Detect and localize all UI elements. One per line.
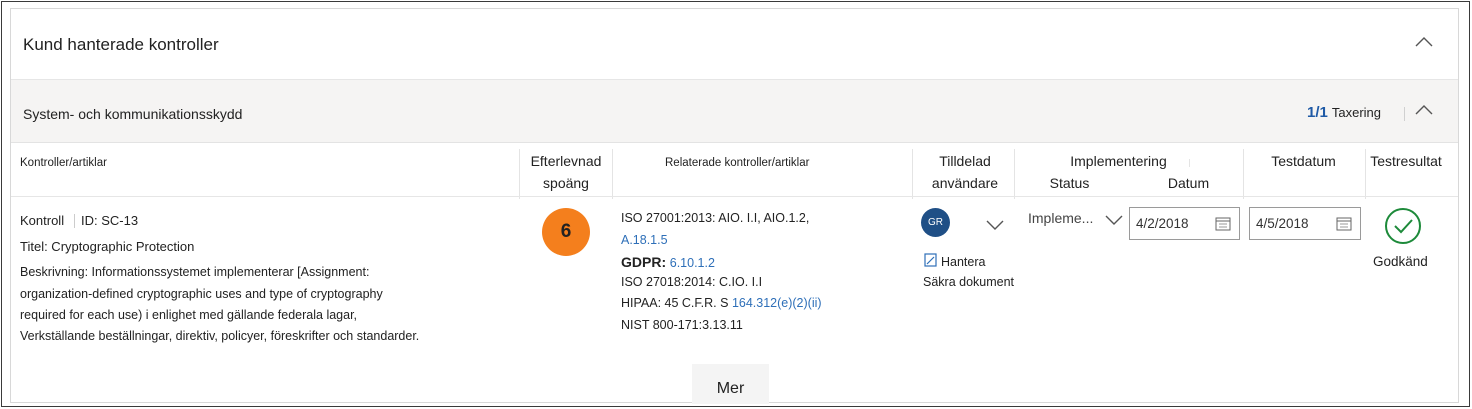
col-header-compliance: Efterlevnad spoäng <box>521 150 611 194</box>
col-header-date: Datum <box>1167 175 1210 191</box>
description-line: organization-defined cryptographic uses … <box>20 287 383 301</box>
divider <box>1243 149 1244 199</box>
col-header-testdate: Testdatum <box>1271 153 1336 169</box>
test-date-value: 4/5/2018 <box>1256 216 1309 231</box>
test-date-input[interactable]: 4/5/2018 <box>1249 207 1361 240</box>
related-iso27001: ISO 27001:2013: AIO. I.I, AIO.1.2, <box>621 211 810 225</box>
test-result-label: Godkänd <box>1373 254 1428 269</box>
check-circle-icon <box>1384 207 1422 245</box>
secure-documents-link[interactable]: Säkra dokument <box>923 275 1014 289</box>
section-title: System- och kommunikationsskydd <box>23 106 243 122</box>
divider <box>519 149 520 199</box>
document-icon <box>924 253 937 267</box>
control-title: Titel: Cryptographic Protection <box>20 239 195 254</box>
collapse-section-chevron-up-icon[interactable] <box>1413 103 1435 117</box>
description-line: required for each use) i enlighet med gä… <box>20 308 358 322</box>
description-line: Beskrivning: Informationssystemet implem… <box>20 265 370 279</box>
manage-link[interactable]: Hantera <box>941 255 985 269</box>
divider <box>1189 159 1190 167</box>
col-header-assigned-line2: användare <box>931 175 999 191</box>
description-line: Verkställande beställningar, direktiv, p… <box>20 329 420 343</box>
divider <box>1404 107 1405 121</box>
related-hipaa: HIPAA: 45 C.F.R. S 164.312(e)(2)(ii) <box>621 296 822 310</box>
col-header-implementation: Implementering <box>1070 153 1167 169</box>
panel-title: Kund hanterade kontroller <box>23 35 219 54</box>
assignee-avatar: GR <box>921 208 950 237</box>
related-iso27001-link[interactable]: A.18.1.5 <box>621 233 668 247</box>
implementation-date-value: 4/2/2018 <box>1136 216 1189 231</box>
status-dropdown-chevron-down-icon[interactable] <box>1104 213 1124 225</box>
header-divider <box>11 196 1458 197</box>
col-header-status: Status <box>1049 175 1090 191</box>
panel-header[interactable]: Kund hanterade kontroller <box>11 9 1458 79</box>
related-nist: NIST 800-171:3.13.11 <box>621 318 743 332</box>
col-header-compliance-line2: spoäng <box>543 175 589 191</box>
section-header[interactable]: System- och kommunikationsskydd 1/1 Taxer… <box>11 79 1458 143</box>
divider <box>1014 149 1015 199</box>
implementation-status-select[interactable]: Impleme... <box>1028 210 1093 226</box>
score-label: Taxering <box>1331 105 1381 120</box>
col-header-assigned: Tilldelad användare <box>916 150 1014 194</box>
calendar-icon[interactable] <box>1215 216 1231 231</box>
col-header-controls: Kontroller/artiklar <box>20 157 107 169</box>
related-gdpr: GDPR: 6.10.1.2 <box>621 254 715 270</box>
gdpr-label: GDPR: <box>621 254 667 270</box>
compliance-score-badge: 6 <box>542 208 590 256</box>
related-iso27018: ISO 27018:2014: C.IO. I.I <box>621 275 763 289</box>
more-button[interactable]: Mer <box>692 364 769 404</box>
control-type: Kontroll <box>20 213 65 228</box>
divider <box>612 149 613 199</box>
hipaa-prefix: HIPAA: 45 C.F.R. S <box>621 296 729 310</box>
col-header-assigned-line1: Tilldelad <box>939 153 991 169</box>
customer-controls-panel: Kund hanterade kontroller System- och ko… <box>10 8 1459 404</box>
assessment-score: 1/1 Taxering <box>1307 104 1381 121</box>
assignee-dropdown-chevron-down-icon[interactable] <box>985 218 1005 230</box>
divider <box>912 149 913 199</box>
collapse-panel-chevron-up-icon[interactable] <box>1413 35 1435 49</box>
divider <box>74 214 75 228</box>
gdpr-link[interactable]: 6.10.1.2 <box>670 256 715 270</box>
col-header-testresult: Testresultat <box>1370 153 1442 169</box>
control-id: ID: SC-13 <box>81 213 139 228</box>
implementation-date-input[interactable]: 4/2/2018 <box>1129 207 1240 240</box>
col-header-related: Relaterade kontroller/artiklar <box>665 157 810 169</box>
hipaa-link[interactable]: 164.312(e)(2)(ii) <box>732 296 822 310</box>
calendar-icon[interactable] <box>1336 216 1352 231</box>
col-header-compliance-line1: Efterlevnad <box>530 153 602 169</box>
score-value: 1/1 <box>1307 104 1328 121</box>
